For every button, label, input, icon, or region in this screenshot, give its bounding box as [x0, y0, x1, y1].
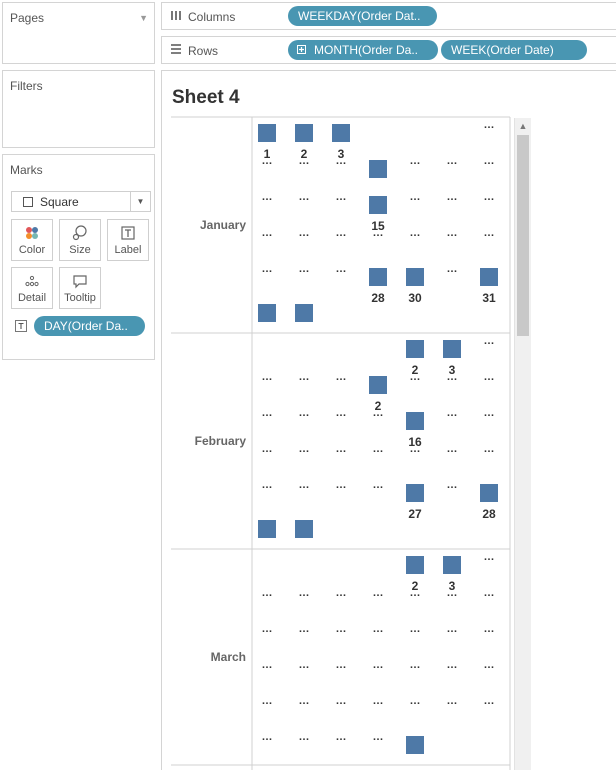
day-square-mark[interactable]	[443, 556, 461, 574]
day-square-mark[interactable]	[295, 304, 313, 322]
filters-card[interactable]: Filters	[2, 70, 155, 148]
month-row-pill[interactable]: MONTH(Order Da..	[288, 40, 438, 60]
expand-plus-icon[interactable]	[297, 45, 306, 54]
day-square-mark[interactable]	[258, 304, 276, 322]
day-square-mark[interactable]	[258, 520, 276, 538]
detail-button[interactable]: Detail	[11, 267, 53, 309]
rows-shelf[interactable]: Rows MONTH(Order Da.. WEEK(Order Date)	[161, 36, 616, 64]
size-button[interactable]: Size	[59, 219, 101, 261]
day-square-mark[interactable]	[406, 268, 424, 286]
chevron-down-icon[interactable]: ▼	[139, 13, 148, 23]
day-square-mark[interactable]	[443, 340, 461, 358]
detail-button-label: Detail	[17, 292, 47, 304]
scroll-thumb[interactable]	[517, 135, 529, 336]
day-square-mark[interactable]	[369, 268, 387, 286]
filters-title: Filters	[10, 79, 43, 93]
day-square-mark[interactable]	[406, 340, 424, 358]
day-square-mark[interactable]	[406, 412, 424, 430]
day-square-mark[interactable]	[295, 520, 313, 538]
label-encoding-icon	[15, 319, 27, 332]
marks-card: Marks Square ▼ Color Size Label Detail T…	[2, 154, 155, 360]
day-label-pill[interactable]: DAY(Order Da..	[34, 316, 145, 336]
columns-icon	[170, 9, 182, 24]
columns-shelf[interactable]: Columns WEEKDAY(Order Dat..	[161, 2, 616, 30]
color-button[interactable]: Color	[11, 219, 53, 261]
day-square-mark[interactable]	[369, 196, 387, 214]
day-square-mark[interactable]	[369, 160, 387, 178]
day-square-mark[interactable]	[406, 736, 424, 754]
size-button-label: Size	[69, 244, 91, 256]
day-square-mark[interactable]	[406, 484, 424, 502]
rows-icon	[170, 43, 182, 58]
square-icon	[23, 197, 33, 207]
day-square-mark[interactable]	[369, 376, 387, 394]
rows-label: Rows	[188, 44, 219, 58]
day-square-mark[interactable]	[258, 124, 276, 142]
text-icon	[108, 225, 148, 241]
day-square-mark[interactable]	[480, 484, 498, 502]
columns-label: Columns	[188, 10, 236, 24]
day-square-mark[interactable]	[332, 124, 350, 142]
tooltip-icon	[60, 273, 100, 289]
pages-card[interactable]: Pages ▼	[2, 2, 155, 64]
day-square-mark[interactable]	[406, 556, 424, 574]
worksheet: Sheet 4	[161, 70, 616, 770]
day-square-mark[interactable]	[480, 268, 498, 286]
pages-title: Pages	[10, 11, 45, 25]
weekday-column-pill[interactable]: WEEKDAY(Order Dat..	[288, 6, 437, 26]
week-row-pill[interactable]: WEEK(Order Date)	[441, 40, 587, 60]
vertical-scrollbar[interactable]: ▲	[514, 118, 531, 770]
tooltip-button[interactable]: Tooltip	[59, 267, 101, 309]
month-row-pill-label: MONTH(Order Da..	[314, 43, 419, 57]
mark-type-dropdown[interactable]: Square ▼	[11, 191, 151, 212]
scroll-up-arrow-icon[interactable]: ▲	[515, 118, 531, 134]
detail-icon	[12, 273, 52, 289]
size-icon	[60, 225, 100, 241]
label-button-label: Label	[114, 244, 142, 256]
label-button[interactable]: Label	[107, 219, 149, 261]
tooltip-button-label: Tooltip	[64, 292, 96, 304]
color-button-label: Color	[18, 244, 46, 256]
mark-type-label: Square	[40, 195, 79, 209]
day-square-mark[interactable]	[295, 124, 313, 142]
chevron-down-icon[interactable]: ▼	[130, 192, 150, 211]
marks-title: Marks	[10, 163, 43, 177]
color-icon	[12, 225, 52, 241]
sheet-title: Sheet 4	[172, 87, 240, 108]
